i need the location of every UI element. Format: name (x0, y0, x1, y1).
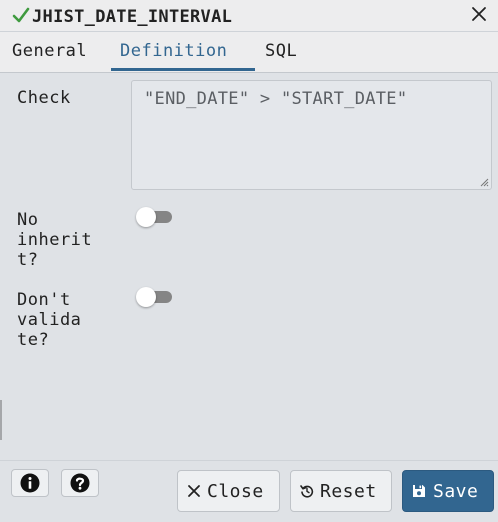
dont-validate-toggle[interactable] (136, 287, 174, 307)
close-icon[interactable] (470, 5, 488, 23)
info-icon (20, 473, 40, 493)
no-inherit-label: No inherit t? (17, 210, 92, 270)
window-edge (0, 400, 2, 440)
dont-validate-label-line: valida (17, 310, 82, 330)
constraint-dialog: JHIST_DATE_INTERVAL General Definition S… (0, 0, 498, 522)
dialog-titlebar: JHIST_DATE_INTERVAL (0, 0, 498, 32)
help-button[interactable] (61, 469, 99, 497)
reset-button-label: Reset (320, 481, 377, 502)
close-icon (188, 485, 200, 497)
check-expression[interactable]: "END_DATE" > "START_DATE" (144, 89, 407, 109)
dont-validate-label: Don't valida te? (17, 290, 81, 350)
dont-validate-label-line: Don't (17, 290, 71, 310)
help-icon (70, 473, 90, 493)
no-inherit-toggle[interactable] (136, 207, 174, 227)
reset-icon (300, 485, 314, 498)
tab-definition[interactable]: Definition (120, 41, 227, 61)
resize-grip-icon[interactable] (480, 178, 489, 187)
dialog-footer: Close Reset Save (0, 460, 498, 522)
toggle-knob (136, 207, 156, 227)
save-button[interactable]: Save (402, 470, 494, 512)
save-button-label: Save (433, 481, 479, 502)
tab-bar: General Definition SQL (0, 32, 498, 73)
toggle-knob (136, 287, 156, 307)
info-button[interactable] (11, 469, 49, 497)
dialog-title: JHIST_DATE_INTERVAL (32, 7, 233, 27)
check-icon (12, 7, 30, 23)
reset-button[interactable]: Reset (290, 470, 392, 512)
save-icon (413, 485, 425, 497)
check-textarea[interactable]: "END_DATE" > "START_DATE" (131, 80, 492, 190)
close-button[interactable]: Close (177, 470, 280, 512)
dont-validate-label-line: te? (17, 330, 50, 350)
tab-general[interactable]: General (12, 41, 87, 61)
close-button-label: Close (207, 481, 264, 502)
no-inherit-label-line: No (17, 210, 39, 230)
active-tab-indicator (111, 68, 255, 71)
check-label: Check (17, 88, 71, 108)
tab-sql[interactable]: SQL (265, 41, 297, 61)
no-inherit-label-line: inherit (17, 230, 93, 250)
no-inherit-label-line: t? (17, 250, 39, 270)
